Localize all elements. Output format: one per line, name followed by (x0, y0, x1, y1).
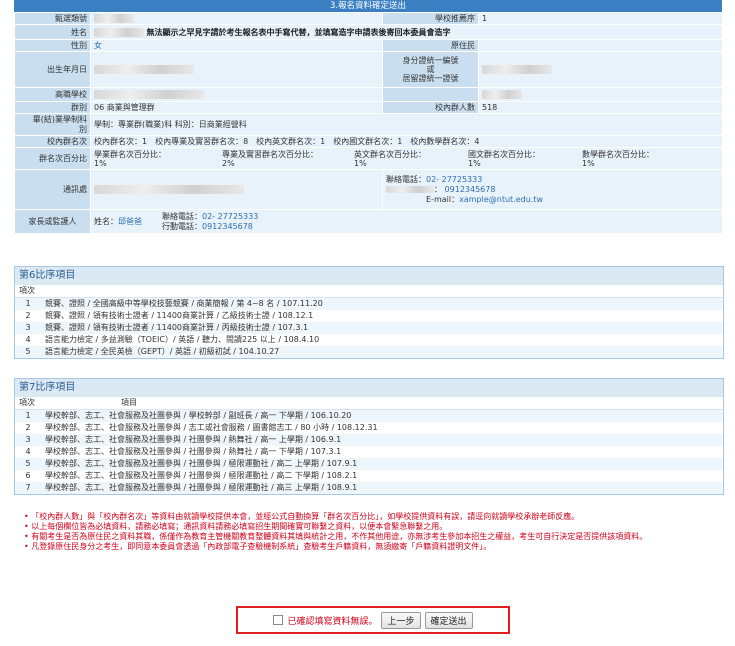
id-label-line-2: 或 (426, 65, 435, 74)
section-7-col-item: 項目 (41, 397, 723, 410)
school-code-value (478, 87, 723, 102)
pct-item: 數學群名次百分比： 1% (582, 149, 654, 168)
address-value (90, 169, 383, 210)
section-7: 第7比序項目 項次 項目 1 學校幹部、志工、社會服務及社團參與 / 學校幹部 / … (14, 378, 724, 495)
contact-email: xample@ntut.edu.tw (459, 194, 543, 204)
section-6-table: 項次 1 競賽、證照 / 全國高級中等學校技藝競賽 / 商業簡報 / 第 4~8 … (15, 285, 723, 358)
id-value (478, 51, 723, 88)
program-value: 學制：專業群(職業)科 科別：日商業經營科 (90, 113, 723, 136)
address-label: 通訊處 (14, 169, 91, 210)
pct-label: 群名次百分比 (14, 147, 91, 170)
confirm-checkbox[interactable] (273, 615, 284, 625)
guardian-label: 家長或監護人 (14, 209, 91, 234)
guardian-name: 邱爸爸 (118, 216, 142, 226)
table-row: 5 語言能力檢定 / 全民英檢（GEPT）/ 英語 / 初級初試 / 104.10… (15, 346, 723, 358)
ethnic-label: 原住民 (382, 39, 479, 52)
page: 3.報名資料確定送出 甄選類號 學校推薦序 1 姓名 無法顯示之罕見字請於考生報… (0, 0, 735, 646)
name-value: 無法顯示之罕見字請於考生報名表中手寫代替，並填寫造字申請表後寄回本委員會造字 (90, 24, 723, 40)
rank-label: 校內群名次 (14, 135, 91, 148)
section-7-col-no: 項次 (15, 397, 41, 410)
school-value (90, 87, 383, 102)
submit-button[interactable]: 確定送出 (424, 611, 473, 629)
id-label-line-1: 身分證統一編號 (402, 56, 459, 65)
pct-item: 專業及實習群名次百分比： 2% (222, 149, 318, 168)
program-label: 畢(結)業學制科 別 (14, 113, 91, 136)
note-item: • 有關考生是否為原住民之資料其職，係僅作為教育主管機關教育整體資料其填與統計之… (24, 532, 648, 541)
school-count-label: 校內群人數 (382, 101, 479, 114)
page-title: 3.報名資料確定送出 (14, 0, 722, 12)
gender-value: 女 (90, 39, 383, 52)
contact-mobile: 0912345678 (444, 184, 496, 194)
section-6: 第6比序項目 項次 1 競賽、證照 / 全國高級中等學校技藝競賽 / 商業簡報 /… (14, 266, 724, 359)
contact-value: 聯絡電話：02- 27725333 ： 0912345678 E-mail：xa… (382, 169, 723, 210)
rare-char-form-link[interactable]: 造字申請表 (339, 28, 379, 37)
school-rank-label: 學校推薦序 (382, 12, 479, 25)
pct-item: 國文群名次百分比： 1% (468, 149, 540, 168)
table-row: 3 學校幹部、志工、社會服務及社團參與 / 社團參與 / 熱舞社 / 高一 上學期… (15, 434, 723, 446)
dept-value (90, 12, 383, 25)
school-rank-value: 1 (478, 12, 723, 25)
table-row: 6 學校幹部、志工、社會服務及社團參與 / 社團參與 / 極限運動社 / 高二 下… (15, 470, 723, 482)
table-row: 1 學校幹部、志工、社會服務及社團參與 / 學校幹部 / 副班長 / 高一 下學期… (15, 409, 723, 422)
guardian-value: 姓名：邱爸爸 聯絡電話：02- 27725333 行動電話：0912345678 (90, 209, 723, 234)
id-label: 身分證統一編號 或 居留證統一證號 (382, 51, 479, 88)
program-label-line-2: 別 (79, 124, 87, 134)
pct-item: 英文群名次百分比： 1% (354, 149, 426, 168)
id-label-line-3: 居留證統一證號 (402, 74, 459, 83)
table-row: 1 競賽、證照 / 全國高級中等學校技藝競賽 / 商業簡報 / 第 4~8 名 /… (15, 297, 723, 310)
group-label: 群別 (14, 101, 91, 114)
table-row: 3 競賽、證照 / 領有技術士證者 / 11400商業計算 / 丙級技術士證 / … (15, 322, 723, 334)
table-row: 2 學校幹部、志工、社會服務及社團參與 / 志工或社會服務 / 圖書館志工 / 8… (15, 422, 723, 434)
guardian-phone: 02- 27725333 (202, 211, 259, 221)
guardian-mobile: 0912345678 (202, 221, 253, 231)
notes-list: • 「校內群人數」與「校內群名次」等資料由就讀學校提供本會，並經公式自動換算「群… (22, 512, 712, 552)
confirm-checkbox-label[interactable]: 已確認填寫資料無誤。 (287, 614, 377, 627)
note-item: • 「校內群人數」與「校內群名次」等資料由就讀學校提供本會，並經公式自動換算「群… (24, 512, 580, 521)
table-row: 4 語言能力檢定 / 多益測驗（TOEIC）/ 英語 / 聽力、閱讀225 以上 … (15, 334, 723, 346)
section-6-title: 第6比序項目 (15, 267, 723, 285)
section-7-title: 第7比序項目 (15, 379, 723, 397)
rank-value: 校內群名次：1 校內專業及實習群名次：8 校內英文群名次：1 校內國文群名次：1… (90, 135, 723, 148)
table-row: 5 學校幹部、志工、社會服務及社團參與 / 社團參與 / 極限運動社 / 高二 上… (15, 458, 723, 470)
confirm-area: 已確認填寫資料無誤。 上一步 確定送出 (236, 606, 510, 634)
table-row: 4 學校幹部、志工、社會服務及社團參與 / 社團參與 / 熱舞社 / 高一 下學期… (15, 446, 723, 458)
table-row: 2 競賽、證照 / 領有技術士證者 / 11400商業計算 / 乙級技術士證 / … (15, 310, 723, 322)
applicant-info-table: 甄選類號 學校推薦序 1 姓名 無法顯示之罕見字請於考生報名表中手寫代替，並填寫… (14, 12, 723, 234)
group-value: 06 商業與管理群 (90, 101, 383, 114)
name-note-1: 無法顯示之罕見字請於考生報名表中手寫代替，並填寫 (146, 27, 339, 37)
pct-value: 學業群名次百分比： 1% 專業及實習群名次百分比： 2% 英文群名次百分比： 1% 國… (90, 147, 723, 170)
dob-label: 出生年月日 (14, 51, 91, 88)
name-note-2: 後寄回本委員會造字 (378, 27, 451, 37)
school-count-value: 518 (478, 101, 723, 114)
dept-label: 甄選類號 (14, 12, 91, 25)
contact-phone: 02- 27725333 (426, 174, 483, 184)
pct-item: 學業群名次百分比： 1% (94, 149, 166, 168)
prev-button[interactable]: 上一步 (381, 611, 421, 629)
table-row: 7 學校幹部、志工、社會服務及社團參與 / 社團參與 / 極限運動社 / 高三 上… (15, 482, 723, 494)
program-label-line-1: 畢(結)業學制科 (32, 114, 87, 124)
dob-value (90, 51, 383, 88)
section-6-col-no: 項次 (15, 285, 41, 298)
gender-label: 性別 (14, 39, 91, 52)
note-item: • 以上每個欄位皆為必填資料，請務必填寫；通訊資料請務必填寫招生期間確實可聯繫之… (24, 522, 448, 531)
note-item: • 凡登錄原住民身分之考生，即同意本委員會透過「內政部電子查驗機制系統」查驗考生… (24, 542, 492, 551)
name-label: 姓名 (14, 24, 91, 40)
school-label: 高職學校 (14, 87, 91, 102)
ethnic-value (478, 39, 723, 52)
section-7-table: 項次 項目 1 學校幹部、志工、社會服務及社團參與 / 學校幹部 / 副班長 / 高… (15, 397, 723, 494)
